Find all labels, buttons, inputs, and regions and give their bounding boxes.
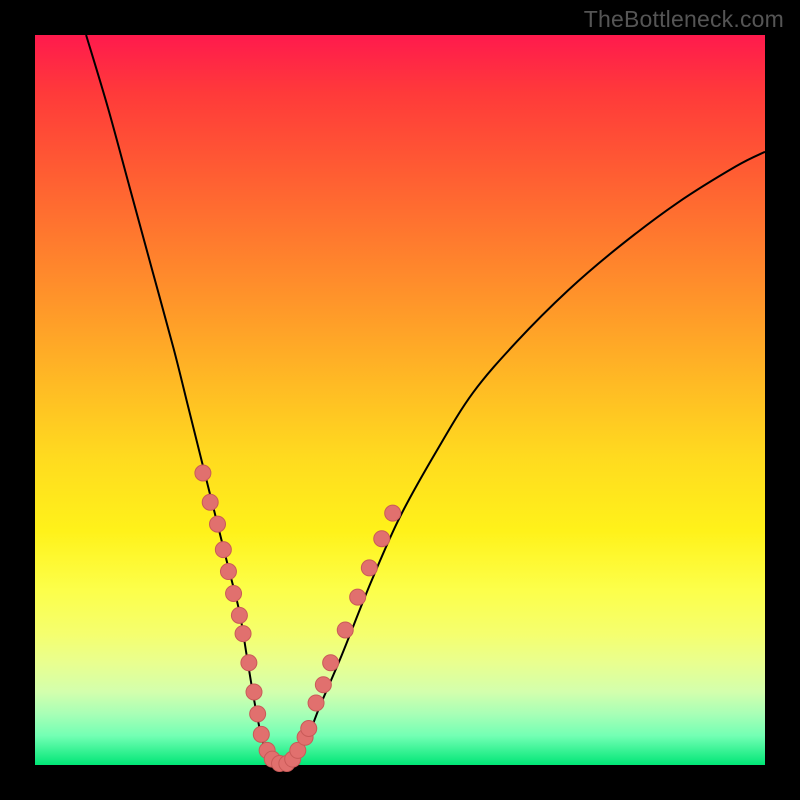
dot bbox=[250, 706, 266, 722]
dot bbox=[350, 589, 366, 605]
dot bbox=[301, 721, 317, 737]
dot bbox=[231, 607, 247, 623]
dot bbox=[374, 531, 390, 547]
highlight-dots bbox=[195, 465, 401, 772]
dot bbox=[337, 622, 353, 638]
plot-area bbox=[35, 35, 765, 765]
dot bbox=[241, 655, 257, 671]
dot bbox=[246, 684, 262, 700]
bottleneck-curve bbox=[86, 35, 765, 765]
dot bbox=[202, 494, 218, 510]
dot bbox=[385, 505, 401, 521]
chart-svg bbox=[35, 35, 765, 765]
dot bbox=[210, 516, 226, 532]
dot bbox=[308, 695, 324, 711]
dot bbox=[361, 560, 377, 576]
dot bbox=[253, 726, 269, 742]
dot bbox=[235, 626, 251, 642]
dot bbox=[215, 542, 231, 558]
dot bbox=[220, 564, 236, 580]
dot bbox=[323, 655, 339, 671]
chart-frame: TheBottleneck.com bbox=[0, 0, 800, 800]
dot bbox=[315, 677, 331, 693]
watermark-text: TheBottleneck.com bbox=[584, 6, 784, 33]
dot bbox=[195, 465, 211, 481]
dot bbox=[226, 585, 242, 601]
